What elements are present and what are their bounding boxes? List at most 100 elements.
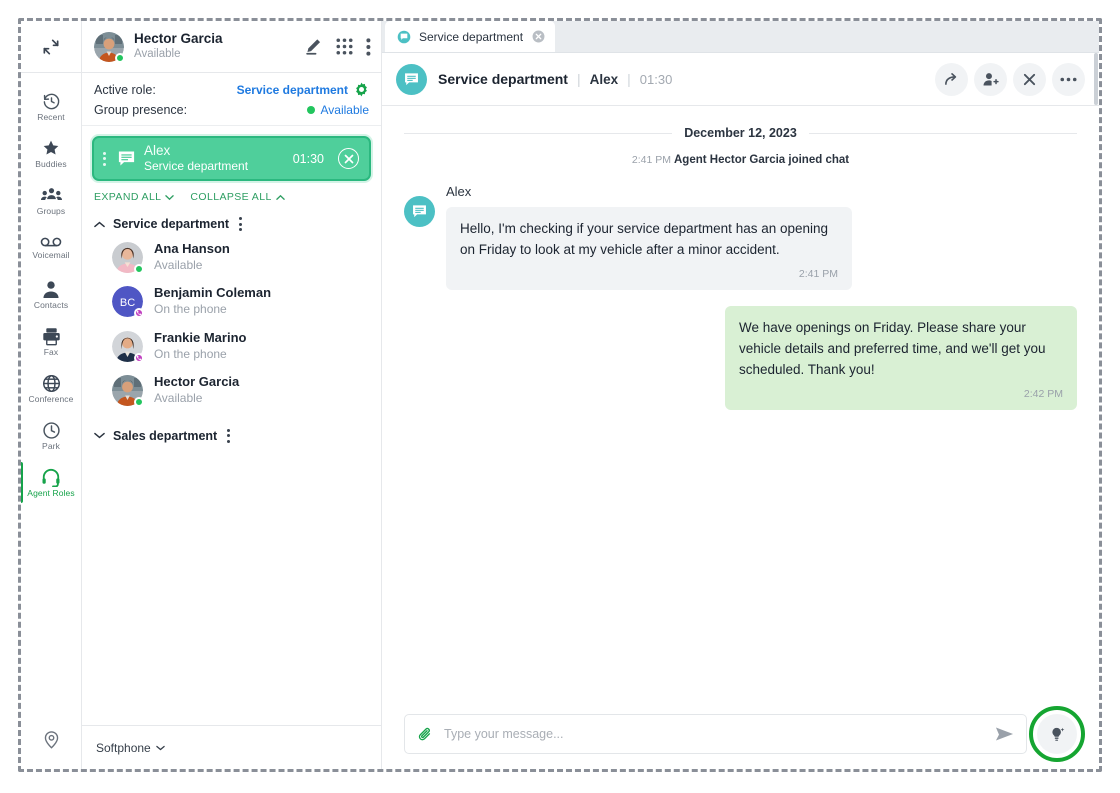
sidebar-item-agent-roles[interactable]: Agent Roles bbox=[21, 459, 81, 506]
sidebar-item-recent[interactable]: Recent bbox=[21, 83, 81, 130]
conversation-queue-name: Service department bbox=[438, 71, 568, 87]
user-status: Available bbox=[134, 48, 181, 61]
group-header-service-department[interactable]: Service department bbox=[82, 211, 381, 235]
session-subtitle: Service department bbox=[144, 159, 249, 174]
avatar bbox=[112, 330, 144, 363]
globe-icon bbox=[42, 374, 61, 393]
expand-all-button[interactable]: EXPAND ALL bbox=[94, 191, 175, 203]
scrollbar-thumb[interactable] bbox=[1094, 53, 1098, 105]
sidebar-item-label: Fax bbox=[43, 346, 59, 357]
sidebar-item-conference[interactable]: Conference bbox=[21, 365, 81, 412]
softphone-app-window: Recent Buddies Groups Voicemail Contacts… bbox=[21, 21, 1099, 769]
more-vertical-icon[interactable] bbox=[366, 37, 371, 56]
message-bubble: We have openings on Friday. Please share… bbox=[725, 306, 1077, 411]
close-circle-icon[interactable] bbox=[338, 148, 359, 169]
user-identity: Hector Garcia Available bbox=[134, 31, 294, 63]
dialpad-grid-icon[interactable] bbox=[336, 38, 353, 55]
end-chat-button[interactable] bbox=[1013, 62, 1046, 96]
tab-strip: Service department bbox=[382, 21, 1099, 53]
transfer-button[interactable] bbox=[935, 62, 968, 96]
printer-fax-icon bbox=[42, 327, 61, 346]
chevron-up-icon bbox=[275, 194, 285, 200]
gear-icon[interactable] bbox=[354, 82, 369, 97]
collapse-panel-button[interactable] bbox=[21, 21, 81, 73]
group-options-icon[interactable] bbox=[227, 428, 231, 443]
presence-dot bbox=[306, 106, 315, 114]
group-header-sales-department[interactable]: Sales department bbox=[82, 423, 381, 447]
location-button[interactable] bbox=[21, 709, 81, 769]
sidebar-item-fax[interactable]: Fax bbox=[21, 318, 81, 365]
contact-name: Ana Hanson bbox=[154, 241, 230, 256]
headset-icon bbox=[41, 468, 61, 487]
sidebar-item-label: Agent Roles bbox=[27, 487, 75, 498]
chevron-down-icon bbox=[165, 194, 175, 200]
ai-lightbulb-icon bbox=[1049, 726, 1066, 743]
session-timer: 01:30 bbox=[292, 151, 324, 166]
conversation-panel: Service department Service department | … bbox=[382, 21, 1099, 769]
search-input[interactable]: Type your message... bbox=[444, 727, 985, 741]
group-presence-row: Group presence: Available bbox=[94, 103, 369, 117]
chat-tab-icon bbox=[397, 30, 411, 44]
ai-assist-button[interactable] bbox=[1029, 706, 1085, 762]
session-drag-handle-icon[interactable] bbox=[100, 151, 109, 166]
group-presence-value[interactable]: Available bbox=[321, 103, 369, 117]
group-options-icon[interactable] bbox=[239, 217, 243, 231]
contact-status: Available bbox=[154, 391, 203, 406]
list-item[interactable]: Frankie Marino On the phone bbox=[82, 324, 381, 368]
active-session-card[interactable]: Alex Service department 01:30 bbox=[92, 136, 371, 181]
paperclip-icon[interactable] bbox=[417, 726, 434, 743]
group-title: Sales department bbox=[113, 428, 218, 443]
add-person-icon bbox=[982, 71, 999, 88]
system-message-text: Agent Hector Garcia joined chat bbox=[674, 154, 850, 166]
sidebar-item-label: Groups bbox=[36, 205, 66, 216]
sidebar-item-voicemail[interactable]: Voicemail bbox=[21, 224, 81, 271]
divider bbox=[808, 132, 1077, 134]
softphone-selector[interactable]: Softphone bbox=[82, 725, 381, 769]
conversation-participant: Alex bbox=[589, 71, 619, 87]
list-item[interactable]: BC Benjamin Coleman On the phone bbox=[82, 279, 381, 323]
contact-name: Benjamin Coleman bbox=[154, 285, 272, 301]
sidebar-item-label: Recent bbox=[37, 111, 65, 122]
contact-info: Benjamin Coleman On the phone bbox=[154, 285, 271, 317]
sidebar-item-park[interactable]: Park bbox=[21, 412, 81, 459]
sidebar-item-buddies[interactable]: Buddies bbox=[21, 130, 81, 177]
add-participant-button[interactable] bbox=[974, 62, 1007, 96]
svg-text:BC: BC bbox=[120, 297, 135, 309]
message-input-container[interactable]: Type your message... bbox=[404, 714, 1027, 754]
presence-dot-on-phone bbox=[134, 308, 144, 319]
avatar bbox=[94, 31, 125, 63]
collapse-all-button[interactable]: COLLAPSE ALL bbox=[190, 191, 285, 203]
close-icon[interactable] bbox=[532, 30, 545, 43]
group-presence-label: Group presence: bbox=[94, 103, 188, 117]
more-options-button[interactable] bbox=[1052, 62, 1085, 96]
message-list: December 12, 2023 2:41 PM Agent Hector Ga… bbox=[382, 106, 1099, 699]
conversation-actions bbox=[935, 62, 1085, 96]
person-icon bbox=[42, 280, 60, 299]
date-separator: December 12, 2023 bbox=[404, 126, 1077, 140]
list-item[interactable]: Ana Hanson Available bbox=[82, 235, 381, 279]
tab-service-department[interactable]: Service department bbox=[385, 21, 555, 52]
send-arrow-icon[interactable] bbox=[995, 726, 1014, 742]
people-group-icon bbox=[40, 186, 62, 205]
conversation-scrollbar[interactable] bbox=[1093, 53, 1099, 769]
roster-header: Hector Garcia Available bbox=[82, 21, 381, 73]
list-item[interactable]: Hector Garcia Available bbox=[82, 368, 381, 412]
avatar bbox=[112, 241, 144, 274]
sidebar-item-contacts[interactable]: Contacts bbox=[21, 271, 81, 318]
chat-bubble-icon bbox=[403, 71, 420, 88]
roster-header-actions bbox=[304, 37, 371, 56]
compose-pencil-icon[interactable] bbox=[304, 37, 323, 56]
more-horizontal-icon bbox=[1060, 77, 1077, 82]
chevron-up-icon bbox=[94, 221, 105, 228]
active-role-value[interactable]: Service department bbox=[237, 83, 348, 97]
softphone-label: Softphone bbox=[96, 740, 151, 755]
sidebar-item-label: Buddies bbox=[35, 159, 67, 170]
sidebar-item-groups[interactable]: Groups bbox=[21, 177, 81, 224]
presence-dot-available bbox=[134, 263, 144, 274]
message-incoming: Alex Hello, I'm checking if your service… bbox=[404, 184, 1077, 291]
expand-collapse-row: EXPAND ALL COLLAPSE ALL bbox=[82, 187, 381, 211]
contact-info: Frankie Marino On the phone bbox=[154, 330, 246, 362]
presence-dot-available bbox=[134, 397, 144, 408]
left-navigation-rail: Recent Buddies Groups Voicemail Contacts… bbox=[21, 21, 82, 769]
message-time: 2:41 PM bbox=[798, 267, 838, 280]
